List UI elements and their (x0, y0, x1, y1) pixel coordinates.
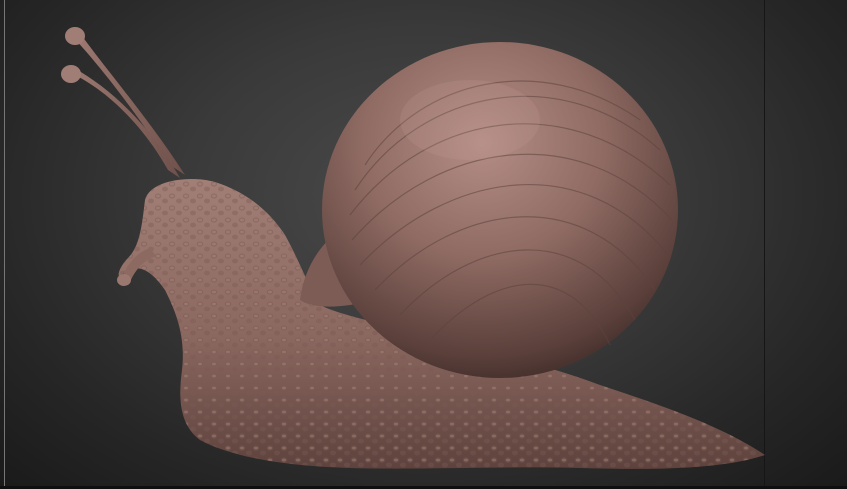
eye-stalk-lower (61, 65, 180, 178)
canvas-viewport[interactable] (0, 0, 847, 489)
shell-highlight (400, 80, 540, 160)
snail-model[interactable] (0, 0, 847, 489)
eye-stalk-upper (65, 27, 185, 175)
